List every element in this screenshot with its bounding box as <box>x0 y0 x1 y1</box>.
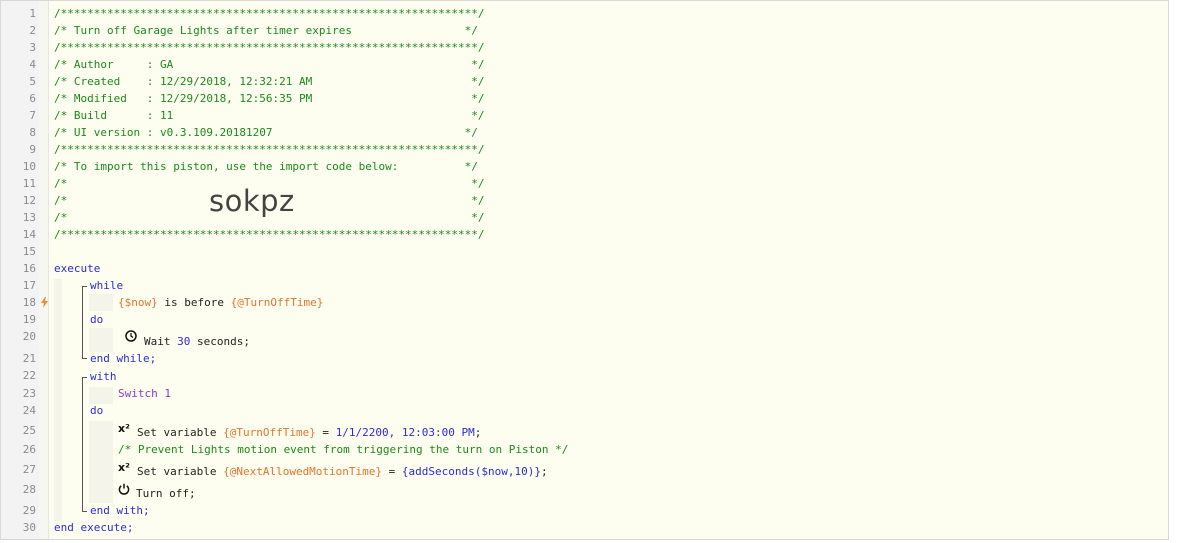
wait-statement[interactable]: Wait 30 seconds; <box>144 333 250 350</box>
line-number: 11 <box>22 177 36 190</box>
set-variable-name: {@NextAllowedMotionTime} <box>223 465 383 478</box>
with-bracket-bottom <box>82 511 87 512</box>
line-number: 4 <box>29 58 36 71</box>
line-number: 20 <box>22 330 36 343</box>
set-equals: = <box>315 426 336 439</box>
line-number: 10 <box>22 160 36 173</box>
line-number: 17 <box>22 279 36 292</box>
import-code[interactable]: sokpz <box>209 184 295 218</box>
do-keyword[interactable]: do <box>90 402 103 419</box>
end-with-keyword[interactable]: end with; <box>90 502 150 519</box>
line-number: 2 <box>29 24 36 37</box>
header-border: /***************************************… <box>54 7 485 20</box>
with-bracket-top <box>82 377 87 378</box>
do-keyword[interactable]: do <box>90 311 103 328</box>
set-variable-value: 1/1/2200, 12:03:00 PM <box>335 426 475 439</box>
while-condition[interactable]: {$now} is before {@TurnOffTime} <box>118 294 323 311</box>
wait-unit: seconds; <box>190 335 250 348</box>
device-name[interactable]: Switch 1 <box>118 385 171 402</box>
wait-duration: 30 <box>177 335 191 348</box>
with-do-shade <box>89 421 113 503</box>
header-border: /***************************************… <box>54 143 485 156</box>
line-number: 7 <box>29 109 36 122</box>
wait-label: Wait <box>144 335 178 348</box>
set-label: Set variable <box>137 426 224 439</box>
header-import-note: /* To import this piston, use the import… <box>54 160 478 173</box>
variable-icon: x² <box>118 461 130 474</box>
with-bracket <box>82 377 83 512</box>
while-keyword[interactable]: while <box>90 277 123 294</box>
end-execute-keyword[interactable]: end execute; <box>54 519 133 536</box>
set-variable-name: {@TurnOffTime} <box>223 426 316 439</box>
line-number: 23 <box>22 387 36 400</box>
header-created: /* Created : 12/29/2018, 12:32:21 AM */ <box>54 75 485 88</box>
header-author: /* Author : GA */ <box>54 58 485 71</box>
end-while-keyword[interactable]: end while; <box>90 350 156 367</box>
set-label: Set variable <box>137 465 224 478</box>
line-number: 27 <box>22 463 36 476</box>
set-variable-value: {addSeconds($now,10)} <box>401 465 541 478</box>
header-ui-version: /* UI version : v0.3.109.20181207 */ <box>54 126 478 139</box>
while-bracket-top <box>82 286 87 287</box>
piston-code-editor: 1 2 3 4 5 6 7 8 9 10 11 12 13 14 15 16 1… <box>0 0 1169 540</box>
condition-operand: {$now} <box>118 296 158 309</box>
while-bracket <box>82 286 83 359</box>
line-number: 3 <box>29 41 36 54</box>
header-border: /***************************************… <box>54 228 485 241</box>
while-do-shade <box>89 328 113 352</box>
line-number: 19 <box>22 313 36 326</box>
line-number: 28 <box>22 483 36 496</box>
line-number: 18 <box>22 296 36 309</box>
execute-keyword[interactable]: execute <box>54 260 100 277</box>
line-number: 25 <box>22 424 36 437</box>
set-equals: = <box>382 465 402 478</box>
clock-icon <box>125 330 137 342</box>
line-number: 24 <box>22 404 36 417</box>
line-number: 15 <box>22 245 36 258</box>
execute-block-shade <box>54 279 62 521</box>
while-bracket-bottom <box>82 358 87 359</box>
line-number: 6 <box>29 92 36 105</box>
set-variable-statement[interactable]: Set variable {@TurnOffTime} = 1/1/2200, … <box>137 424 481 441</box>
header-build: /* Build : 11 */ <box>54 109 485 122</box>
line-number: 29 <box>22 504 36 517</box>
condition-operator: is before <box>157 296 231 309</box>
line-number: 5 <box>29 75 36 88</box>
line-number: 14 <box>22 228 36 241</box>
line-number: 9 <box>29 143 36 156</box>
inline-comment[interactable]: /* Prevent Lights motion event from trig… <box>118 441 568 458</box>
header-modified: /* Modified : 12/29/2018, 12:56:35 PM */ <box>54 92 485 105</box>
line-number: 12 <box>22 194 36 207</box>
variable-icon: x² <box>118 422 130 435</box>
header-title: /* Turn off Garage Lights after timer ex… <box>54 24 478 37</box>
line-number: 21 <box>22 352 36 365</box>
line-number: 26 <box>22 443 36 456</box>
set-terminator: ; <box>541 465 548 478</box>
fold-bar <box>39 1 49 539</box>
header-border: /***************************************… <box>54 41 485 54</box>
line-number: 1 <box>29 7 36 20</box>
line-number: 8 <box>29 126 36 139</box>
while-body-shade <box>89 294 113 311</box>
line-number: 13 <box>22 211 36 224</box>
set-variable-statement[interactable]: Set variable {@NextAllowedMotionTime} = … <box>137 463 548 480</box>
line-number: 30 <box>22 521 36 534</box>
turn-off-statement[interactable]: Turn off; <box>136 485 196 502</box>
line-number: 22 <box>22 369 36 382</box>
condition-value: {@TurnOffTime} <box>230 296 324 309</box>
line-number: 16 <box>22 262 36 275</box>
lightning-icon[interactable] <box>41 297 48 308</box>
with-keyword[interactable]: with <box>90 368 117 385</box>
set-terminator: ; <box>474 426 482 439</box>
power-icon <box>118 483 130 495</box>
